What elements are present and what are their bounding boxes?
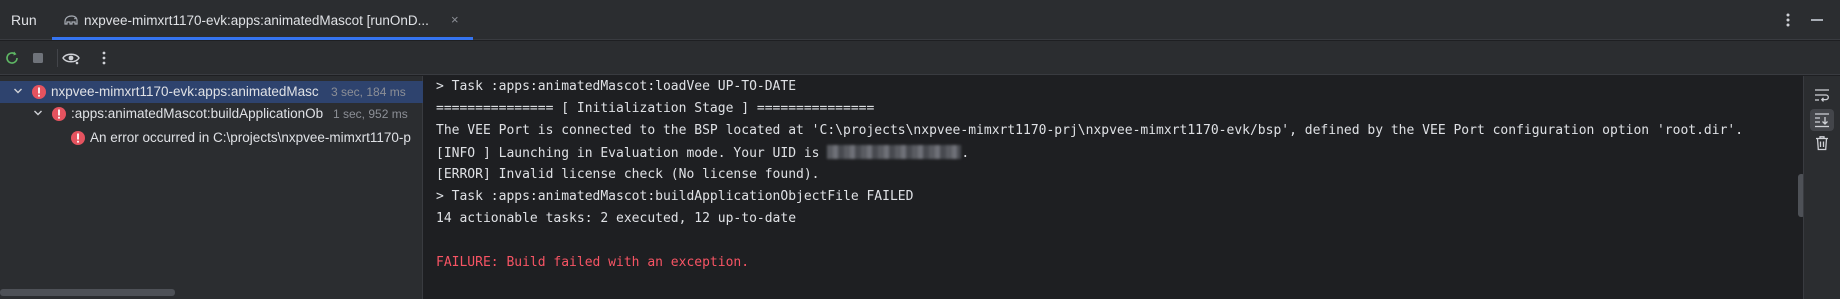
tree-item-duration: 3 sec, 184 ms — [331, 85, 406, 99]
trash-icon[interactable] — [1810, 132, 1834, 154]
console-output[interactable]: > Task :apps:animatedMascot:loadVee UP-T… — [424, 76, 1805, 299]
stop-icon[interactable] — [27, 47, 49, 69]
console-line-failure: FAILURE: Build failed with an exception. — [436, 255, 750, 270]
tree-item-error[interactable]: An error occurred in C:\projects\nxpvee-… — [0, 127, 423, 149]
console-line: 14 actionable tasks: 2 executed, 12 up-t… — [436, 211, 797, 226]
console-line-uid: [INFO ] Launching in Evaluation mode. Yo… — [436, 145, 969, 161]
soft-wrap-icon[interactable] — [1810, 84, 1834, 106]
tree-item-root[interactable]: nxpvee-mimxrt1170-evk:apps:animatedMasc … — [0, 81, 423, 103]
console-line: The VEE Port is connected to the BSP loc… — [436, 123, 1744, 138]
tree-item-task[interactable]: :apps:animatedMascot:buildApplicationOb … — [0, 103, 423, 125]
tree-item-label: An error occurred in C:\projects\nxpvee-… — [90, 130, 411, 145]
active-tab-indicator — [52, 37, 473, 40]
minimize-icon[interactable] — [1811, 19, 1823, 21]
chevron-down-icon[interactable] — [12, 85, 24, 97]
more-vertical-icon[interactable] — [93, 47, 115, 69]
console-line: > Task :apps:animatedMascot:loadVee UP-T… — [436, 79, 797, 94]
console-line: [ERROR] Invalid license check (No licens… — [436, 167, 820, 182]
eye-icon[interactable] — [60, 47, 82, 69]
run-config-tab[interactable]: nxpvee-mimxrt1170-evk:apps:animatedMasco… — [52, 0, 473, 40]
tree-item-duration: 1 sec, 952 ms — [333, 107, 408, 121]
rerun-icon[interactable] — [1, 47, 23, 69]
error-icon — [31, 84, 47, 100]
more-vertical-icon[interactable] — [1782, 11, 1794, 29]
tree-item-label: :apps:animatedMascot:buildApplicationOb — [71, 106, 324, 121]
console-line: =============== [ Initialization Stage ]… — [436, 101, 875, 116]
error-icon — [51, 106, 67, 122]
console-actions — [1803, 76, 1840, 299]
tool-window-header: Run nxpvee-mimxrt1170-evk:apps:animatedM… — [0, 0, 1840, 40]
toolbar-divider — [57, 49, 58, 67]
panel-title: Run — [11, 12, 37, 28]
redacted-uid — [827, 145, 962, 159]
close-icon[interactable]: × — [451, 12, 459, 27]
chevron-down-icon[interactable] — [32, 107, 44, 119]
console-line-text: [INFO ] Launching in Evaluation mode. Yo… — [436, 146, 828, 161]
gradle-elephant-icon — [63, 13, 79, 27]
console-line-text: . — [961, 146, 970, 161]
run-toolbar — [0, 41, 1840, 75]
tree-item-label: nxpvee-mimxrt1170-evk:apps:animatedMasc — [51, 84, 319, 99]
tab-label: nxpvee-mimxrt1170-evk:apps:animatedMasco… — [84, 13, 429, 28]
horizontal-scrollbar[interactable] — [0, 289, 175, 296]
console-line: > Task :apps:animatedMascot:buildApplica… — [436, 189, 914, 204]
error-icon — [70, 130, 86, 146]
scroll-to-end-icon[interactable] — [1810, 109, 1834, 131]
build-results-tree: nxpvee-mimxrt1170-evk:apps:animatedMasc … — [0, 76, 423, 299]
